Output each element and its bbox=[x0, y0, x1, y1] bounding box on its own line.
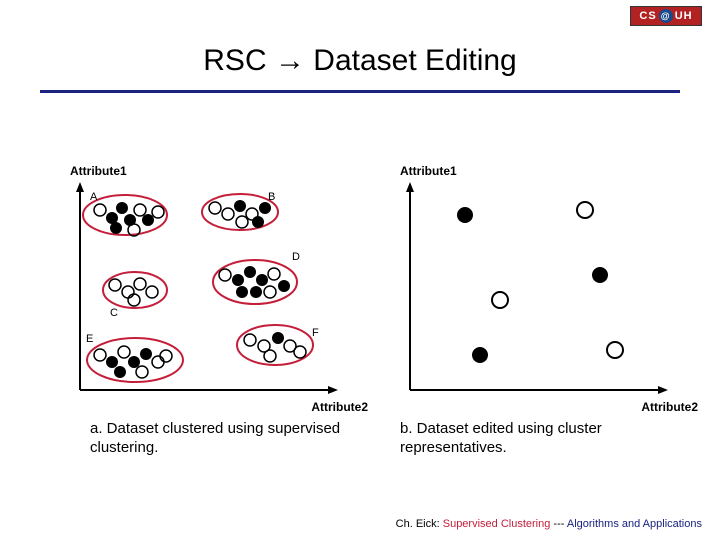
footer-author: Ch. Eick: bbox=[396, 518, 440, 530]
right-plot-svg bbox=[400, 180, 680, 410]
right-xlabel: Attribute2 bbox=[641, 400, 698, 414]
right-ylabel: Attribute1 bbox=[400, 164, 457, 178]
left-scatter-plot: Attribute1 bbox=[70, 180, 350, 410]
logo-left: CS bbox=[639, 10, 656, 22]
left-plot-svg: A B C D E F bbox=[70, 180, 350, 410]
footer-sep: --- bbox=[550, 518, 567, 530]
cluster-label-d: D bbox=[292, 251, 300, 263]
cluster-label-c: C bbox=[110, 307, 118, 319]
left-ylabel: Attribute1 bbox=[70, 164, 127, 178]
logo-at: @ bbox=[659, 9, 673, 23]
logo-right: UH bbox=[675, 10, 693, 22]
cluster-label-e: E bbox=[86, 333, 93, 345]
title-rule bbox=[40, 90, 680, 93]
brand-logo: CS @ UH bbox=[630, 6, 702, 26]
cluster-label-b: B bbox=[268, 191, 275, 203]
page-title: RSC → Dataset Editing bbox=[0, 44, 720, 78]
left-caption: a. Dataset clustered using supervised cl… bbox=[90, 420, 350, 458]
left-xlabel: Attribute2 bbox=[311, 400, 368, 414]
cluster-label-a: A bbox=[90, 191, 98, 203]
right-scatter-plot: Attribute1 Attribute2 bbox=[400, 180, 680, 410]
footer-topic: Supervised Clustering bbox=[443, 518, 551, 530]
footer-credit: Ch. Eick: Supervised Clustering --- Algo… bbox=[396, 518, 702, 530]
footer-rest: Algorithms and Applications bbox=[567, 518, 702, 530]
right-caption: b. Dataset edited using cluster represen… bbox=[400, 420, 660, 458]
cluster-label-f: F bbox=[312, 327, 319, 339]
